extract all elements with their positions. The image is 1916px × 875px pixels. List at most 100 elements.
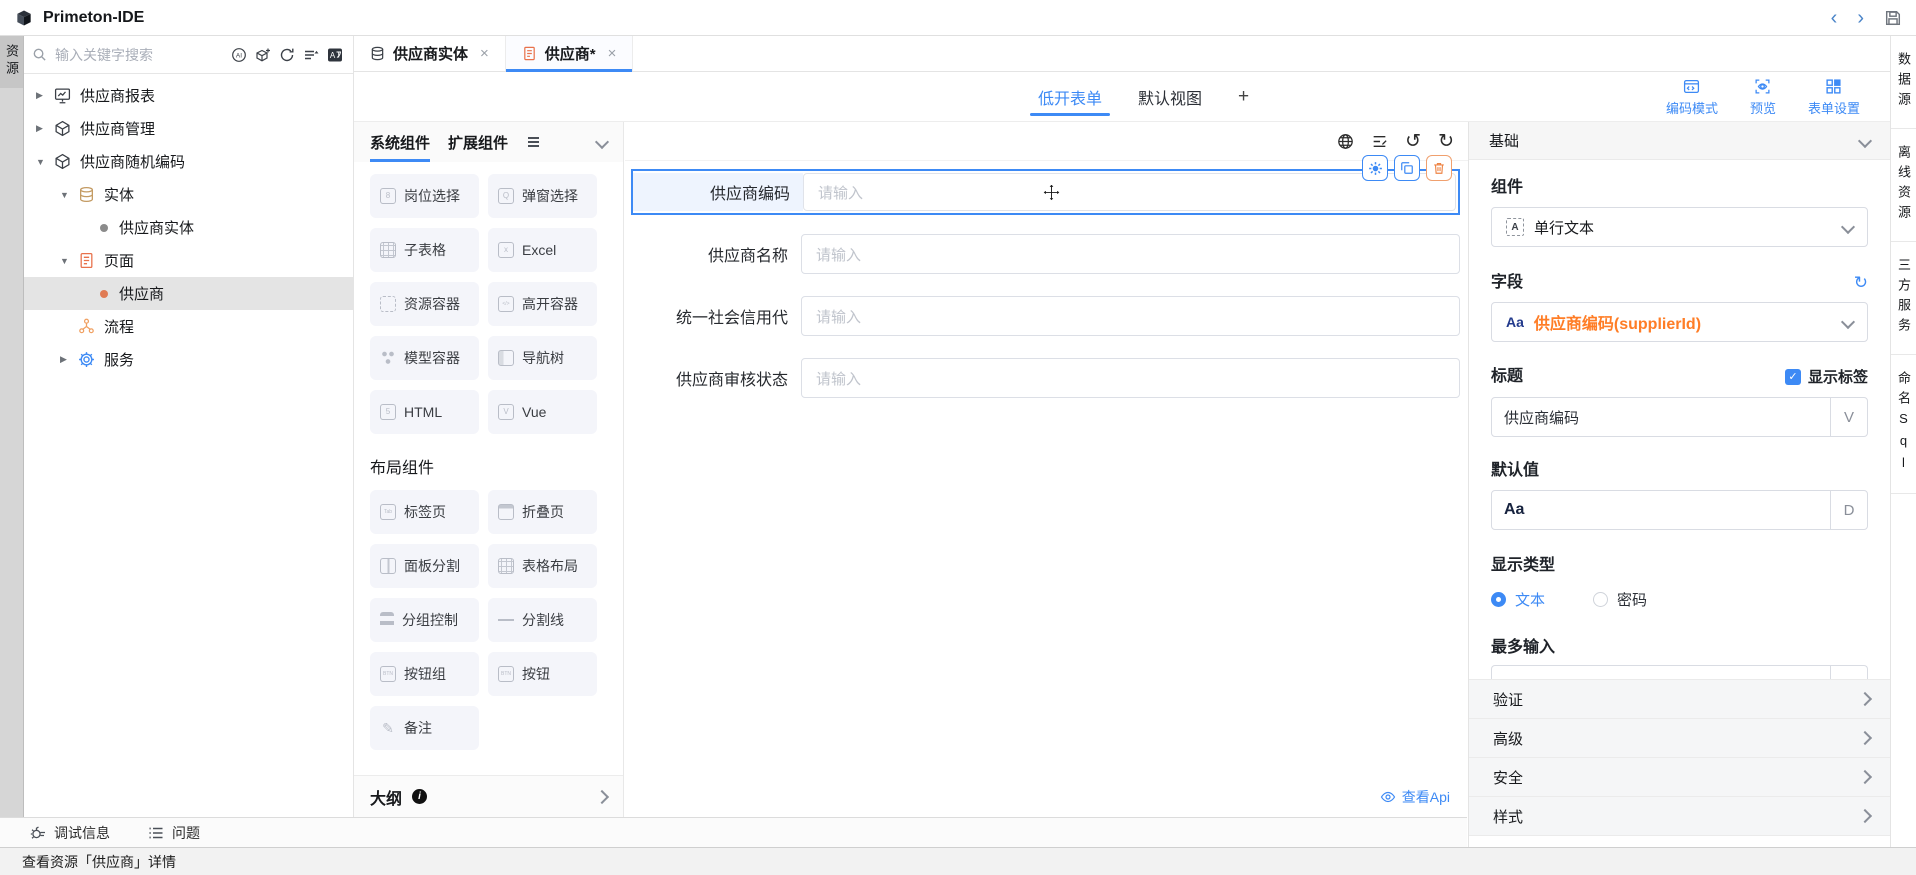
palette-item-position-select[interactable]: 8岗位选择 xyxy=(370,174,479,218)
rail-tab-third-party-services[interactable]: 三方服务 xyxy=(1891,242,1916,355)
tree-item-supplier-page[interactable]: 供应商 xyxy=(24,277,353,310)
field-input[interactable]: 请输入 xyxy=(801,296,1460,336)
tree-item-entity-folder[interactable]: ▼ 实体 xyxy=(24,178,353,211)
editor-tab-supplier-entity[interactable]: 供应商实体 × xyxy=(354,36,506,71)
debug-info-tab[interactable]: 调试信息 xyxy=(30,823,110,843)
expand-arrow-icon[interactable]: ▶ xyxy=(36,123,54,134)
field-input[interactable]: 请输入 xyxy=(803,173,1456,211)
outline-list-icon[interactable] xyxy=(1371,133,1388,150)
close-icon[interactable]: × xyxy=(608,45,617,62)
field-refresh-icon[interactable]: ↻ xyxy=(1854,274,1868,291)
ai-assistant-icon[interactable]: AI xyxy=(231,47,247,63)
show-label-toggle[interactable]: ✓ 显示标签 xyxy=(1785,366,1868,387)
close-icon[interactable]: × xyxy=(480,45,489,62)
palette-tab-extension[interactable]: 扩展组件 xyxy=(448,122,508,162)
new-resource-cube-icon[interactable] xyxy=(255,47,271,63)
palette-item-highcode-container[interactable]: </>高开容器 xyxy=(488,282,597,326)
field-input[interactable]: 请输入 xyxy=(801,358,1460,398)
undo-icon[interactable]: ↺ xyxy=(1405,132,1421,151)
palette-item-html[interactable]: 5HTML xyxy=(370,390,479,434)
component-select[interactable]: A 单行文本 xyxy=(1491,207,1868,247)
field-select[interactable]: Aa 供应商编码(supplierId) xyxy=(1491,302,1868,342)
tree-item-supplier-entity[interactable]: 供应商实体 xyxy=(24,211,353,244)
problems-tab[interactable]: 问题 xyxy=(148,823,200,843)
radio-selected-icon[interactable] xyxy=(1491,592,1506,607)
tree-item-page-folder[interactable]: ▼ 页面 xyxy=(24,244,353,277)
palette-item-group-control[interactable]: 分组控制 xyxy=(370,598,479,642)
tree-item-service[interactable]: ▶ 服务 xyxy=(24,343,353,376)
code-mode-button[interactable]: 编码模式 xyxy=(1666,78,1718,117)
palette-item-subtable[interactable]: 子表格 xyxy=(370,228,479,272)
chevron-down-icon[interactable] xyxy=(595,135,609,149)
forward-icon[interactable]: › xyxy=(1857,8,1864,28)
max-input-field[interactable] xyxy=(1491,665,1868,679)
editor-tab-supplier-page[interactable]: 供应商* × xyxy=(506,36,634,71)
rail-tab-resources[interactable]: 资源 xyxy=(0,36,23,88)
add-view-button[interactable]: + xyxy=(1238,86,1249,108)
palette-item-nav-tree[interactable]: 导航树 xyxy=(488,336,597,380)
form-field-supplier-name[interactable]: 供应商名称 请输入 xyxy=(631,234,1460,274)
palette-item-tab-page[interactable]: Tab标签页 xyxy=(370,490,479,534)
form-field-social-credit-code[interactable]: 统一社会信用代 请输入 xyxy=(631,296,1460,336)
palette-item-collapse-page[interactable]: 折叠页 xyxy=(488,490,597,534)
redo-icon[interactable]: ↻ xyxy=(1438,132,1454,151)
expand-arrow-icon[interactable]: ▶ xyxy=(60,354,78,365)
save-icon[interactable] xyxy=(1884,9,1902,27)
palette-item-resource-container[interactable]: 资源容器 xyxy=(370,282,479,326)
form-field-supplier-audit-status[interactable]: 供应商审核状态 请输入 xyxy=(631,358,1460,398)
back-icon[interactable]: ‹ xyxy=(1831,8,1838,28)
palette-item-popup-select[interactable]: Q弹窗选择 xyxy=(488,174,597,218)
rail-tab-offline-resources[interactable]: 离线资源 xyxy=(1891,129,1916,242)
form-settings-button[interactable]: 表单设置 xyxy=(1808,78,1860,117)
collapse-arrow-icon[interactable]: ▼ xyxy=(36,157,54,167)
checkbox-checked-icon[interactable]: ✓ xyxy=(1785,369,1801,385)
view-tab-lowcode-form[interactable]: 低开表单 xyxy=(1038,72,1102,121)
palette-item-excel[interactable]: xExcel xyxy=(488,228,597,272)
view-tab-default-view[interactable]: 默认视图 xyxy=(1138,72,1202,121)
palette-item-divider[interactable]: 分割线 xyxy=(488,598,597,642)
globe-icon[interactable] xyxy=(1337,133,1354,150)
field-settings-button[interactable] xyxy=(1362,155,1388,181)
translate-icon[interactable]: A xyxy=(327,47,343,63)
palette-item-note[interactable]: ✎备注 xyxy=(370,706,479,750)
expand-arrow-icon[interactable]: ▶ xyxy=(36,90,54,101)
palette-item-vue[interactable]: VVue xyxy=(488,390,597,434)
section-security[interactable]: 安全 xyxy=(1469,758,1890,797)
radio-unselected-icon[interactable] xyxy=(1593,592,1608,607)
radio-option-password[interactable]: 密码 xyxy=(1593,589,1647,610)
form-field-supplier-code[interactable]: 供应商编码 请输入 xyxy=(631,169,1460,215)
collapse-arrow-icon[interactable]: ▼ xyxy=(60,256,78,266)
palette-item-table-layout[interactable]: 表格布局 xyxy=(488,544,597,588)
chevron-right-icon[interactable] xyxy=(595,789,609,803)
rail-tab-named-sql[interactable]: 命名Sql xyxy=(1891,355,1916,494)
field-input[interactable]: 请输入 xyxy=(801,234,1460,274)
palette-item-model-container[interactable]: 模型容器 xyxy=(370,336,479,380)
title-input[interactable]: 供应商编码 V xyxy=(1491,397,1868,437)
outline-footer[interactable]: 大纲 i xyxy=(354,775,623,817)
default-value-button[interactable]: D xyxy=(1830,491,1867,529)
title-variable-button[interactable]: V xyxy=(1830,398,1867,436)
rail-tab-data-source[interactable]: 数据源 xyxy=(1891,36,1916,129)
preview-button[interactable]: 预览 xyxy=(1750,78,1776,117)
default-value-input[interactable]: Aa D xyxy=(1491,490,1868,530)
radio-option-text[interactable]: 文本 xyxy=(1491,589,1545,610)
chevron-down-icon[interactable] xyxy=(1858,133,1872,147)
view-api-link[interactable]: 查看Api xyxy=(1380,787,1450,807)
palette-tab-system[interactable]: 系统组件 xyxy=(370,122,430,162)
tree-item-supplier-report[interactable]: ▶ 供应商报表 xyxy=(24,79,353,112)
palette-item-button-group[interactable]: BTN按钮组 xyxy=(370,652,479,696)
section-style[interactable]: 样式 xyxy=(1469,797,1890,836)
palette-item-panel-split[interactable]: 面板分割 xyxy=(370,544,479,588)
collapse-list-icon[interactable] xyxy=(303,47,319,63)
copy-field-button[interactable] xyxy=(1394,155,1420,181)
tree-item-supplier-management[interactable]: ▶ 供应商管理 xyxy=(24,112,353,145)
section-advanced[interactable]: 高级 xyxy=(1469,719,1890,758)
palette-menu-icon[interactable] xyxy=(528,137,539,147)
palette-item-button[interactable]: BTN按钮 xyxy=(488,652,597,696)
tree-item-supplier-random-code[interactable]: ▼ 供应商随机编码 xyxy=(24,145,353,178)
collapse-arrow-icon[interactable]: ▼ xyxy=(60,190,78,200)
properties-header[interactable]: 基础 xyxy=(1469,122,1890,160)
delete-field-button[interactable] xyxy=(1426,155,1452,181)
tree-item-flow[interactable]: 流程 xyxy=(24,310,353,343)
search-input[interactable] xyxy=(53,46,225,64)
